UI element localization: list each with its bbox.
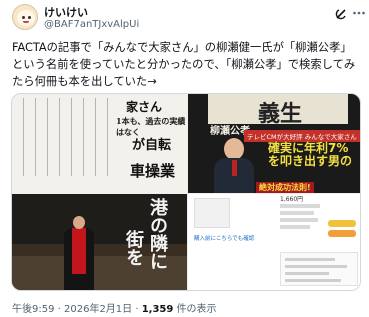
product-detail-line xyxy=(280,225,310,229)
book-title: 街を xyxy=(123,230,144,266)
magazine-text-column: ――――――――――――― xyxy=(20,98,27,176)
grok-icon[interactable] xyxy=(334,6,348,20)
avatar-eye xyxy=(28,16,31,19)
cover-banner: 絶対成功法則! xyxy=(256,182,314,193)
cover-title: 義生 xyxy=(258,101,303,127)
media-grid[interactable]: ――――――――――――― ――――――――――――― ――――――――――――… xyxy=(11,93,361,291)
product-price: 1,660円 xyxy=(280,196,304,203)
magazine-text-column: ――――――――――――― xyxy=(44,98,51,176)
user-handle[interactable]: @BAF7anTJxvAlpUi xyxy=(44,19,139,30)
tweet-timestamp[interactable]: 午後9:59 · 2026年2月1日 · xyxy=(12,304,142,315)
tweet-text: FACTAの記事で「みんなで大家さん」の柳瀬健一氏が「柳瀬公孝」という名前を使っ… xyxy=(12,41,356,88)
book-title: 港の隣に xyxy=(147,198,168,270)
more-icon[interactable] xyxy=(352,6,366,20)
magazine-headline: 家さん xyxy=(126,100,163,114)
media-book-cover[interactable]: 義生 柳瀬公孝 テレビCMが大好評 みんなで大家さん 確実に年利7%を叩き出す男… xyxy=(188,94,360,193)
product-detail-line xyxy=(280,211,314,215)
tweet-meta: 午後9:59 · 2026年2月1日 · 1,359 件の表示 xyxy=(12,300,217,315)
product-link[interactable]: 購入前にこちらでも確認 xyxy=(194,234,254,242)
view-label: 件の表示 xyxy=(173,304,217,315)
media-dark-book[interactable]: 港の隣に 街を xyxy=(12,194,187,290)
product-detail-line xyxy=(280,218,318,222)
magazine-headline: 車操業 xyxy=(130,162,176,180)
cover-claim: 確実に年利7%を叩き出す男の xyxy=(268,141,353,168)
display-name[interactable]: けいけい xyxy=(44,4,88,20)
media-web-page[interactable]: 1,660円 購入前にこちらでも確認 xyxy=(188,194,360,290)
buy-now-button[interactable] xyxy=(328,230,356,237)
avatar-face xyxy=(17,10,35,26)
magazine-headline: が自転 xyxy=(132,138,172,153)
add-to-cart-button[interactable] xyxy=(328,220,356,227)
view-count: 1,359 xyxy=(141,304,174,315)
avatar[interactable] xyxy=(12,4,38,30)
magazine-text-column: ――――――――――――― xyxy=(68,98,75,176)
product-section xyxy=(280,252,358,286)
tweet: けいけい @BAF7anTJxvAlpUi FACTAの記事で「みんなで大家さん… xyxy=(0,0,369,317)
media-magazine-page[interactable]: ――――――――――――― ――――――――――――― ――――――――――――… xyxy=(12,94,187,193)
magazine-text-column: ――――――――――――― xyxy=(32,98,39,176)
product-thumbnail xyxy=(194,198,230,228)
magazine-text-column: ――――――――――――― xyxy=(92,98,99,176)
magazine-text-column: ――――――――――――― xyxy=(104,98,111,176)
cover-portrait xyxy=(214,138,254,193)
magazine-text-column: ――――――――――――― xyxy=(56,98,63,176)
product-detail-line xyxy=(280,204,320,208)
book-portrait xyxy=(64,216,94,290)
avatar-eye xyxy=(22,16,25,19)
magazine-text-column: ――――――――――――― xyxy=(80,98,87,176)
